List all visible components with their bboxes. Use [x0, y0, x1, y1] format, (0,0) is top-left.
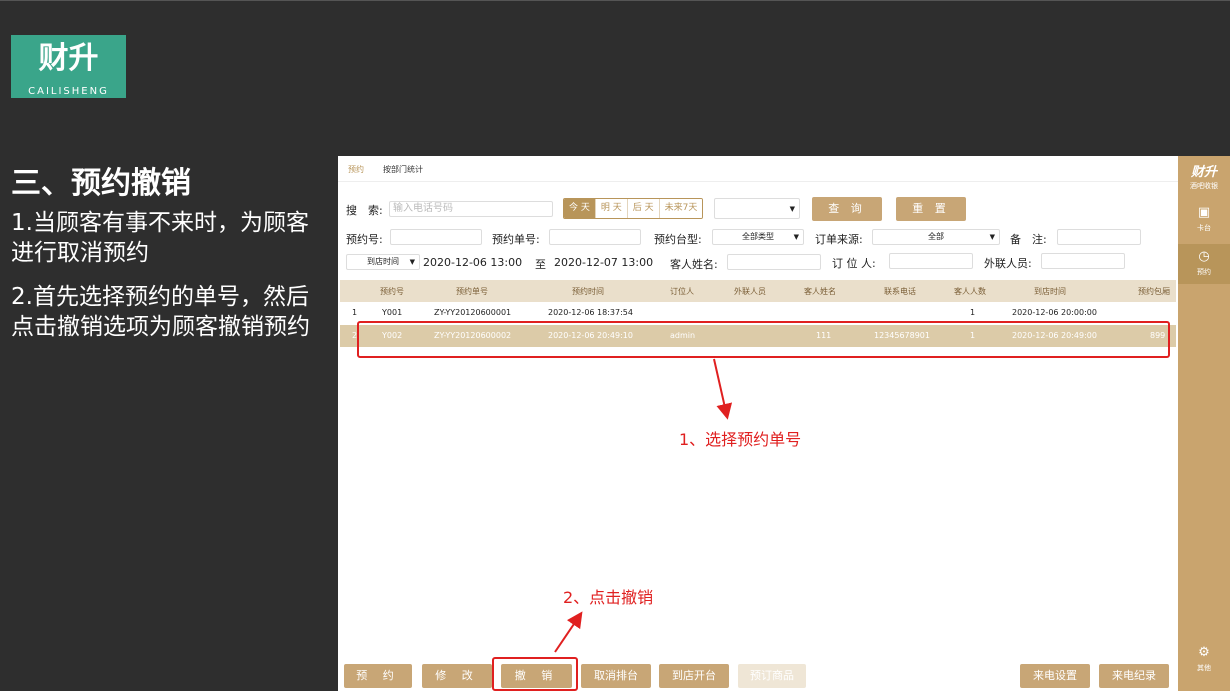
- gear-icon: ⚙: [1198, 645, 1210, 660]
- highlight-cancel-button: [492, 657, 578, 691]
- note-label: 备 注:: [1010, 233, 1047, 246]
- step2-text: 2.首先选择预约的单号，然后点击撤销选项为顾客撤销预约: [11, 284, 310, 340]
- edit-button[interactable]: 修 改: [422, 664, 492, 688]
- company-logo: 财升 CAILISHENG: [11, 35, 126, 98]
- filter-tomorrow[interactable]: 明 天: [595, 199, 628, 218]
- liaison-input[interactable]: [1041, 253, 1125, 269]
- slide-title: 三、预约撤销: [11, 166, 191, 201]
- top-border: [0, 0, 1230, 1]
- chevron-down-icon: ▼: [789, 205, 795, 213]
- cell-booking-no: Y001: [382, 308, 403, 317]
- card-table-icon: ▣: [1197, 205, 1211, 220]
- order-source-label: 订单来源:: [815, 233, 863, 246]
- time-type-select[interactable]: 到店时间 ▼: [346, 254, 420, 270]
- logo-sub-text: CAILISHENG: [28, 86, 109, 97]
- col-guest-name: 客人姓名: [804, 287, 836, 296]
- table-type-value: 全部类型: [742, 232, 774, 241]
- filter-today[interactable]: 今 天: [564, 199, 596, 218]
- extra-filter-select[interactable]: ▼: [714, 198, 800, 219]
- order-source-value: 全部: [928, 232, 944, 241]
- highlight-selected-row: [357, 321, 1170, 358]
- sidebar-item-other[interactable]: ⚙ 其他: [1178, 640, 1230, 680]
- reset-button[interactable]: 重 置: [896, 197, 966, 221]
- col-guest-count: 客人人数: [954, 287, 986, 296]
- search-label: 搜 索:: [346, 204, 383, 217]
- cell-order-no: ZY-YY20120600001: [434, 308, 512, 317]
- row-index: 1: [352, 308, 358, 317]
- date-filter-group: 今 天 明 天 后 天 未来7天: [563, 198, 704, 219]
- booking-no-input[interactable]: [390, 229, 482, 245]
- query-button[interactable]: 查 询: [812, 197, 882, 221]
- start-time-value[interactable]: 2020-12-06 13:00: [423, 256, 522, 269]
- table-type-select[interactable]: 全部类型 ▼: [712, 229, 804, 245]
- clock-icon: ◷: [1198, 249, 1210, 264]
- filter-next-7-days[interactable]: 未来7天: [659, 199, 703, 218]
- sidebar-item-card-table[interactable]: ▣ 卡台: [1178, 200, 1230, 240]
- col-liaison: 外联人员: [734, 287, 766, 296]
- booking-no-label: 预约号:: [346, 233, 383, 246]
- end-time-value[interactable]: 2020-12-07 13:00: [554, 256, 653, 269]
- right-sidebar: 财升 酒吧收银 ▣ 卡台 ◷ 预约 ⚙ 其他: [1178, 156, 1230, 691]
- booker-label: 订 位 人:: [832, 257, 876, 270]
- col-order-no: 预约单号: [456, 287, 488, 296]
- filter-day-after[interactable]: 后 天: [627, 199, 660, 218]
- cell-arrive-time: 2020-12-06 20:00:00: [1012, 308, 1097, 317]
- table-header: 预约号 预约单号 预约时间 订位人 外联人员 客人姓名 联系电话 客人人数 到店…: [340, 280, 1176, 302]
- tab-bar: 预约 按部门统计: [338, 156, 1178, 182]
- tab-dept-stats[interactable]: 按部门统计: [383, 164, 423, 175]
- order-no-label: 预约单号:: [492, 233, 540, 246]
- note-input[interactable]: [1057, 229, 1141, 245]
- booking-app-window: 预约 按部门统计 搜 索: 输入电话号码 今 天 明 天 后 天 未来7天 ▼ …: [338, 156, 1178, 691]
- to-label: 至: [535, 258, 546, 271]
- logo-main-text: 财升: [38, 41, 99, 76]
- sidebar-brand: 财升: [1190, 165, 1217, 180]
- chevron-down-icon: ▼: [793, 233, 799, 241]
- col-booker: 订位人: [670, 287, 694, 296]
- liaison-label: 外联人员:: [984, 257, 1032, 270]
- annotation-step1: 1、选择预约单号: [679, 430, 802, 449]
- chevron-down-icon: ▼: [409, 258, 415, 266]
- time-type-value: 到店时间: [367, 257, 399, 266]
- sidebar-item-label: 其他: [1197, 664, 1211, 672]
- tab-booking[interactable]: 预约: [348, 164, 364, 175]
- col-arrive-time: 到店时间: [1034, 287, 1066, 296]
- guest-name-input[interactable]: [727, 254, 821, 270]
- reserve-button[interactable]: 预 约: [344, 664, 412, 688]
- cell-guest-count: 1: [970, 308, 976, 317]
- sidebar-item-label: 卡台: [1197, 224, 1211, 232]
- col-booking-no: 预约号: [380, 287, 404, 296]
- call-log-button[interactable]: 来电纪录: [1099, 664, 1169, 688]
- sidebar-item-label: 预约: [1197, 268, 1211, 276]
- col-phone: 联系电话: [884, 287, 916, 296]
- sidebar-item-booking[interactable]: ◷ 预约: [1178, 244, 1230, 284]
- col-booking-time: 预约时间: [572, 287, 604, 296]
- order-no-input[interactable]: [549, 229, 641, 245]
- annotation-step2: 2、点击撤销: [563, 588, 654, 607]
- order-source-select[interactable]: 全部 ▼: [872, 229, 1000, 245]
- open-table-button[interactable]: 到店开台: [659, 664, 729, 688]
- table-type-label: 预约台型:: [654, 233, 702, 246]
- step1-text: 1.当顾客有事不来时，为顾客进行取消预约: [11, 210, 309, 266]
- guest-name-label: 客人姓名:: [670, 258, 718, 271]
- sidebar-brand-sub: 酒吧收银: [1190, 182, 1218, 190]
- chevron-down-icon: ▼: [989, 233, 995, 241]
- call-settings-button[interactable]: 来电设置: [1020, 664, 1090, 688]
- cancel-queue-button[interactable]: 取消排台: [581, 664, 651, 688]
- booker-input[interactable]: [889, 253, 973, 269]
- phone-search-input[interactable]: 输入电话号码: [389, 201, 553, 217]
- col-room: 预约包厢: [1138, 287, 1170, 296]
- cell-booking-time: 2020-12-06 18:37:54: [548, 308, 633, 317]
- order-goods-button[interactable]: 预订商品: [738, 664, 806, 688]
